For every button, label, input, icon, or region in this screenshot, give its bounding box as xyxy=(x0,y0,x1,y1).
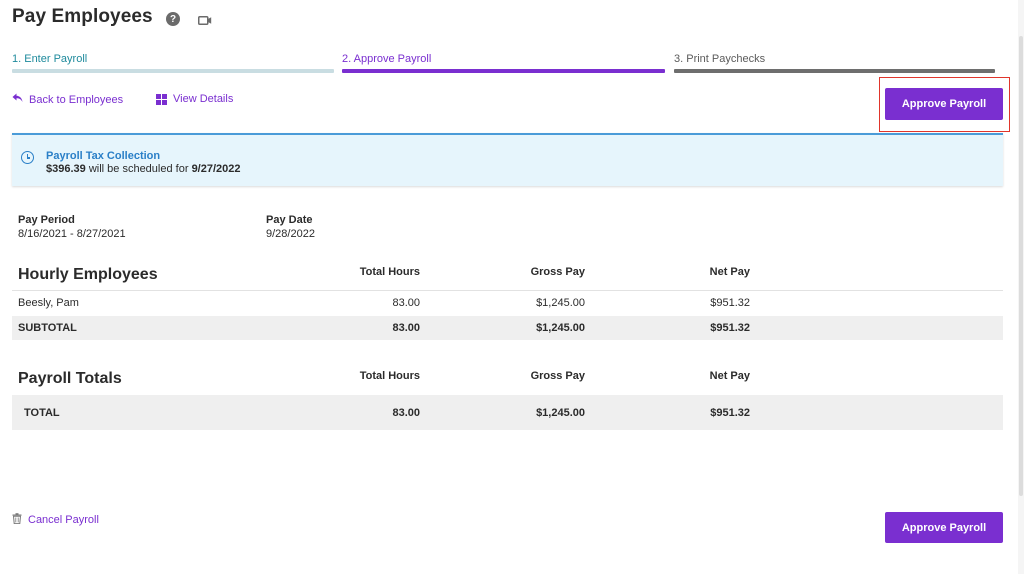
total-row: TOTAL 83.00 $1,245.00 $951.32 xyxy=(12,395,1003,430)
total-hours: 83.00 xyxy=(392,407,420,419)
cancel-payroll-label: Cancel Payroll xyxy=(28,514,99,526)
reply-arrow-icon xyxy=(12,93,23,106)
step-print-paychecks-bar xyxy=(674,69,995,73)
col-gross-pay: Gross Pay xyxy=(530,266,585,278)
banner-amount: $396.39 xyxy=(46,163,86,175)
table-row[interactable]: Beesly, Pam 83.00 $1,245.00 $951.32 xyxy=(12,291,1003,315)
employee-net: $951.32 xyxy=(710,297,750,309)
employee-gross: $1,245.00 xyxy=(536,297,585,309)
subtotal-label: SUBTOTAL xyxy=(18,322,77,334)
col-net-pay: Net Pay xyxy=(709,266,750,278)
employee-hours: 83.00 xyxy=(392,297,420,309)
pay-date-label: Pay Date xyxy=(266,214,313,226)
subtotal-row: SUBTOTAL 83.00 $1,245.00 $951.32 xyxy=(12,316,1003,340)
view-details-link[interactable]: View Details xyxy=(156,93,233,105)
banner-title: Payroll Tax Collection xyxy=(46,150,161,162)
pay-date-value: 9/28/2022 xyxy=(266,228,315,240)
approve-payroll-button[interactable]: Approve Payroll xyxy=(885,88,1003,120)
subtotal-gross: $1,245.00 xyxy=(536,322,585,334)
approve-payroll-button-bottom[interactable]: Approve Payroll xyxy=(885,512,1003,543)
step-approve-payroll-bar xyxy=(342,69,665,73)
banner-middle-text: will be scheduled for xyxy=(88,163,189,175)
scrollbar-thumb[interactable] xyxy=(1019,36,1023,496)
view-details-label: View Details xyxy=(173,93,234,105)
pay-period-value: 8/16/2021 - 8/27/2021 xyxy=(18,228,126,240)
totals-col-total-hours: Total Hours xyxy=(359,370,420,382)
step-approve-payroll[interactable]: 2. Approve Payroll xyxy=(342,53,431,65)
totals-col-gross-pay: Gross Pay xyxy=(530,370,585,382)
hourly-employees-title: Hourly Employees xyxy=(18,266,158,283)
total-label: TOTAL xyxy=(24,407,60,419)
pay-employees-page: Pay Employees ? 1. Enter Payroll 2. Appr… xyxy=(0,0,1024,574)
cancel-payroll-link[interactable]: Cancel Payroll xyxy=(12,513,99,527)
subtotal-net: $951.32 xyxy=(710,322,750,334)
clock-icon xyxy=(21,151,34,164)
banner-date: 9/27/2022 xyxy=(191,163,241,175)
step-enter-payroll-bar xyxy=(12,69,334,73)
total-net: $951.32 xyxy=(710,407,750,419)
total-gross: $1,245.00 xyxy=(536,407,585,419)
trash-icon xyxy=(12,513,22,527)
video-icon[interactable] xyxy=(198,13,212,25)
payroll-totals-title: Payroll Totals xyxy=(18,370,122,387)
back-to-employees-link[interactable]: Back to Employees xyxy=(12,93,123,106)
back-to-employees-label: Back to Employees xyxy=(29,93,124,106)
banner-message: $396.39 will be scheduled for 9/27/2022 xyxy=(46,163,241,175)
grid-icon xyxy=(156,93,167,105)
col-total-hours: Total Hours xyxy=(359,266,420,278)
step-enter-payroll[interactable]: 1. Enter Payroll xyxy=(12,53,87,65)
step-print-paychecks[interactable]: 3. Print Paychecks xyxy=(674,53,765,65)
page-title: Pay Employees xyxy=(12,6,153,27)
totals-col-net-pay: Net Pay xyxy=(709,370,750,382)
pay-period-label: Pay Period xyxy=(18,214,75,226)
help-circle-icon[interactable]: ? xyxy=(166,12,180,26)
subtotal-hours: 83.00 xyxy=(392,322,420,334)
employee-name: Beesly, Pam xyxy=(18,297,79,309)
tax-collection-banner: Payroll Tax Collection $396.39 will be s… xyxy=(12,133,1003,186)
